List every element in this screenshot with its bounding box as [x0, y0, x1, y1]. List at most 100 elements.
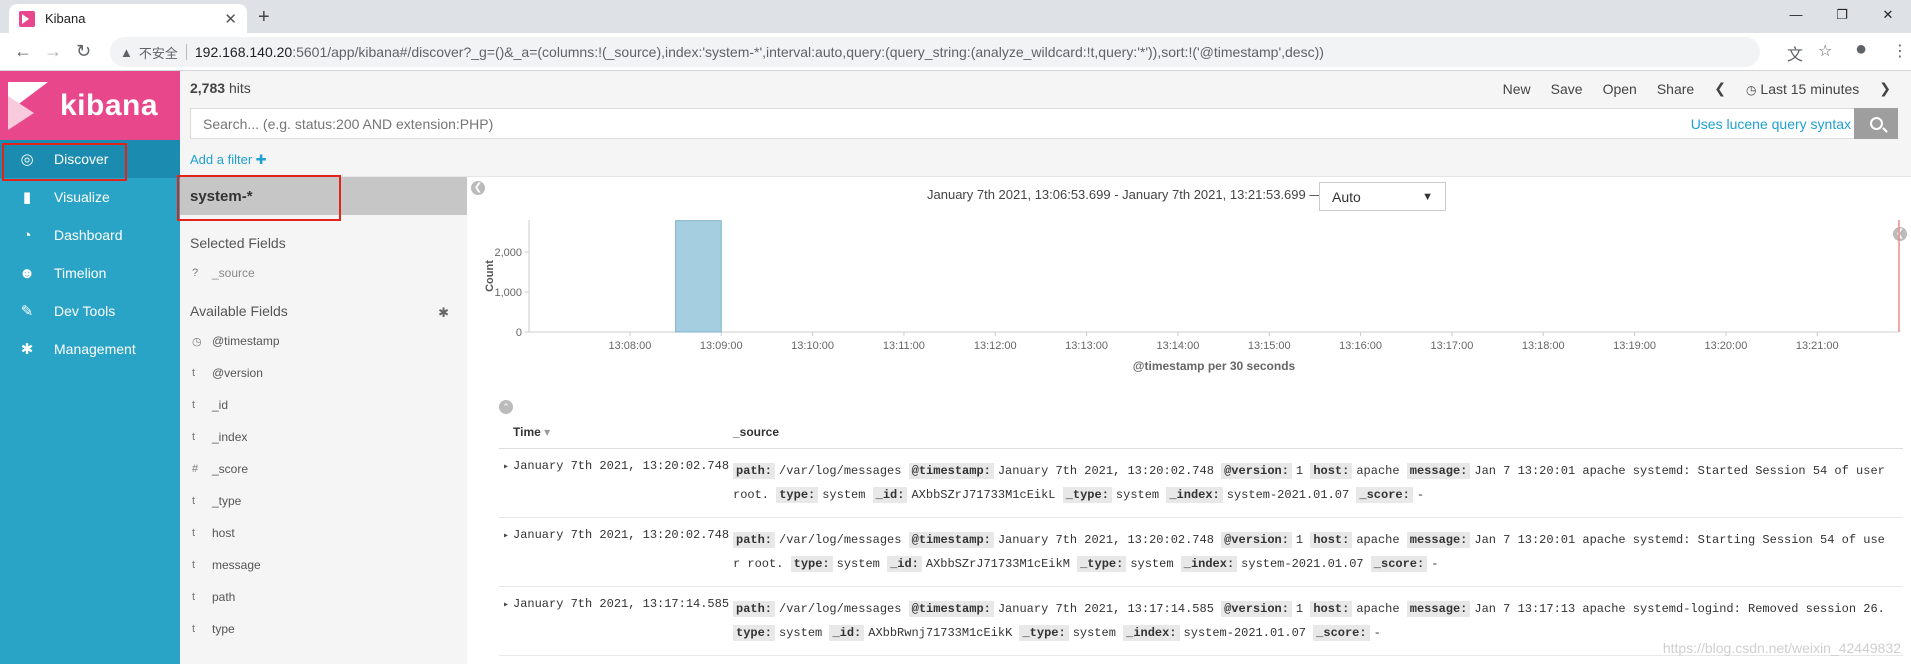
- y-tick-label: 0: [516, 327, 522, 339]
- watermark-text: https://blog.csdn.net/weixin_42449832: [1662, 640, 1901, 656]
- field-item[interactable]: t _type: [180, 485, 467, 517]
- source-value: system: [1115, 488, 1160, 502]
- sort-desc-icon[interactable]: ▾: [544, 425, 550, 439]
- field-item[interactable]: t _index: [180, 421, 467, 453]
- x-tick-label: 13:17:00: [1431, 340, 1474, 352]
- field-name: @version: [212, 366, 263, 380]
- available-fields-header: Available Fields ✱: [190, 303, 467, 325]
- open-button[interactable]: Open: [1603, 81, 1637, 97]
- field-type-icon: ◷: [192, 335, 202, 348]
- nav-item-management[interactable]: ✱ Management: [0, 330, 180, 368]
- x-tick-label: 13:19:00: [1613, 340, 1656, 352]
- source-key: message:: [1406, 463, 1471, 479]
- discover-header: 2,783 hits New Save Open Share ❮ ◷ Last 1…: [180, 71, 1911, 105]
- x-tick-label: 13:15:00: [1248, 340, 1291, 352]
- profile-avatar-icon[interactable]: ●: [1855, 38, 1867, 61]
- time-next-icon[interactable]: ❯: [1879, 80, 1891, 97]
- reload-icon[interactable]: ↻: [76, 41, 91, 62]
- y-axis-label: Count: [484, 260, 496, 292]
- time-prev-icon[interactable]: ❮: [1714, 80, 1726, 97]
- kibana-logo[interactable]: kibana: [0, 71, 180, 140]
- source-key: _index:: [1123, 625, 1180, 641]
- dashboard-icon: ◔: [22, 226, 32, 244]
- tab-close-icon[interactable]: ✕: [224, 10, 237, 28]
- field-item[interactable]: t host: [180, 517, 467, 549]
- field-settings-gear-icon[interactable]: ✱: [438, 305, 449, 321]
- x-tick-label: 13:21:00: [1796, 340, 1839, 352]
- expand-row-icon[interactable]: ▸: [499, 597, 513, 645]
- source-value: system-2021.01.07: [1183, 626, 1306, 640]
- source-key: _index:: [1180, 556, 1238, 572]
- bar-chart-icon: ▮: [22, 189, 32, 206]
- source-key: @version:: [1221, 463, 1292, 479]
- nav-item-visualize[interactable]: ▮ Visualize: [0, 178, 180, 216]
- field-item[interactable]: ◷ @timestamp: [180, 325, 467, 357]
- field-name: _type: [212, 494, 242, 508]
- forward-arrow-icon[interactable]: →: [44, 41, 62, 62]
- kibana-favicon-icon: [19, 10, 35, 27]
- search-button[interactable]: [1854, 108, 1898, 139]
- field-item[interactable]: # _score: [180, 453, 467, 485]
- source-key: type:: [790, 556, 833, 572]
- minimize-icon[interactable]: —: [1773, 0, 1819, 30]
- time-picker-button[interactable]: ◷ Last 15 minutes: [1746, 81, 1859, 97]
- browser-menu-icon[interactable]: ⋮: [1892, 41, 1908, 61]
- field-type-icon: t: [192, 431, 196, 443]
- save-button[interactable]: Save: [1551, 81, 1583, 97]
- nav-item-dashboard[interactable]: ◔ Dashboard: [0, 216, 180, 254]
- search-input[interactable]: [203, 115, 1691, 132]
- gear-icon: ✱: [20, 341, 34, 358]
- new-tab-button[interactable]: +: [258, 6, 270, 29]
- new-button[interactable]: New: [1503, 81, 1531, 97]
- add-filter-button[interactable]: Add a filter ✚: [190, 152, 267, 168]
- time-picker-label: Last 15 minutes: [1760, 80, 1860, 97]
- field-item[interactable]: t @version: [180, 357, 467, 389]
- y-tick-label: 1,000: [494, 287, 522, 299]
- omnibox-divider: [185, 44, 187, 60]
- translate-icon[interactable]: 文: [1787, 41, 1803, 65]
- index-pattern-selector[interactable]: system-*: [177, 175, 467, 221]
- field-item[interactable]: ? _source: [180, 257, 467, 289]
- compass-icon: ◎: [20, 151, 34, 168]
- interval-select[interactable]: Auto ▼: [1319, 182, 1446, 211]
- x-tick-label: 13:14:00: [1157, 340, 1200, 352]
- histogram-bar: [675, 220, 722, 333]
- source-key: _score:: [1356, 487, 1413, 503]
- field-item[interactable]: t _id: [180, 389, 467, 421]
- back-arrow-icon[interactable]: ←: [14, 41, 32, 62]
- expand-row-icon[interactable]: ▸: [499, 528, 513, 576]
- column-time-header[interactable]: Time ▾: [499, 425, 733, 439]
- field-name: @timestamp: [212, 334, 280, 348]
- collapse-sidebar-icon[interactable]: ❮: [471, 181, 485, 195]
- address-bar: ← → ↻ ▲ 不安全 192.168.140.20 :5601/app/kib…: [0, 33, 1911, 71]
- field-item[interactable]: t message: [180, 549, 467, 581]
- browser-tab[interactable]: Kibana ✕: [9, 4, 247, 33]
- source-key: host:: [1310, 463, 1353, 479]
- field-item[interactable]: t path: [180, 581, 467, 613]
- x-tick-label: 13:12:00: [974, 340, 1017, 352]
- source-key: @timestamp:: [908, 532, 994, 548]
- insecure-label[interactable]: 不安全: [139, 43, 178, 62]
- kibana-logo-text: kibana: [60, 88, 159, 122]
- share-button[interactable]: Share: [1657, 81, 1694, 97]
- lucene-syntax-link[interactable]: Uses lucene query syntax: [1691, 116, 1851, 132]
- security-warning-icon[interactable]: ▲: [120, 45, 133, 60]
- close-window-icon[interactable]: ✕: [1865, 0, 1911, 30]
- maximize-icon[interactable]: ❐: [1819, 0, 1865, 30]
- nav-item-discover[interactable]: ◎ Discover: [0, 140, 180, 181]
- url-omnibox[interactable]: ▲ 不安全 192.168.140.20 :5601/app/kibana#/d…: [110, 37, 1760, 67]
- field-item[interactable]: t type: [180, 613, 467, 645]
- nav-item-timelion[interactable]: ☻ Timelion: [0, 254, 180, 292]
- collapse-chart-icon[interactable]: ⌃: [499, 400, 513, 414]
- source-value: /var/log/messages: [779, 533, 902, 547]
- row-source: path:/var/log/messages @timestamp: Januar…: [733, 528, 1903, 576]
- kibana-sidebar: kibana ◎ Discover ▮ Visualize ◔ Dashboar…: [0, 71, 180, 664]
- x-tick-label: 13:11:00: [883, 340, 925, 352]
- nav-item-dev-tools[interactable]: ✎ Dev Tools: [0, 292, 180, 330]
- expand-row-icon[interactable]: ▸: [499, 459, 513, 507]
- selected-fields-list: ? _source: [180, 257, 467, 289]
- bookmark-star-icon[interactable]: ☆: [1818, 41, 1832, 61]
- source-value: apache: [1356, 602, 1400, 616]
- source-key: host:: [1310, 601, 1353, 617]
- source-key: host:: [1310, 532, 1353, 548]
